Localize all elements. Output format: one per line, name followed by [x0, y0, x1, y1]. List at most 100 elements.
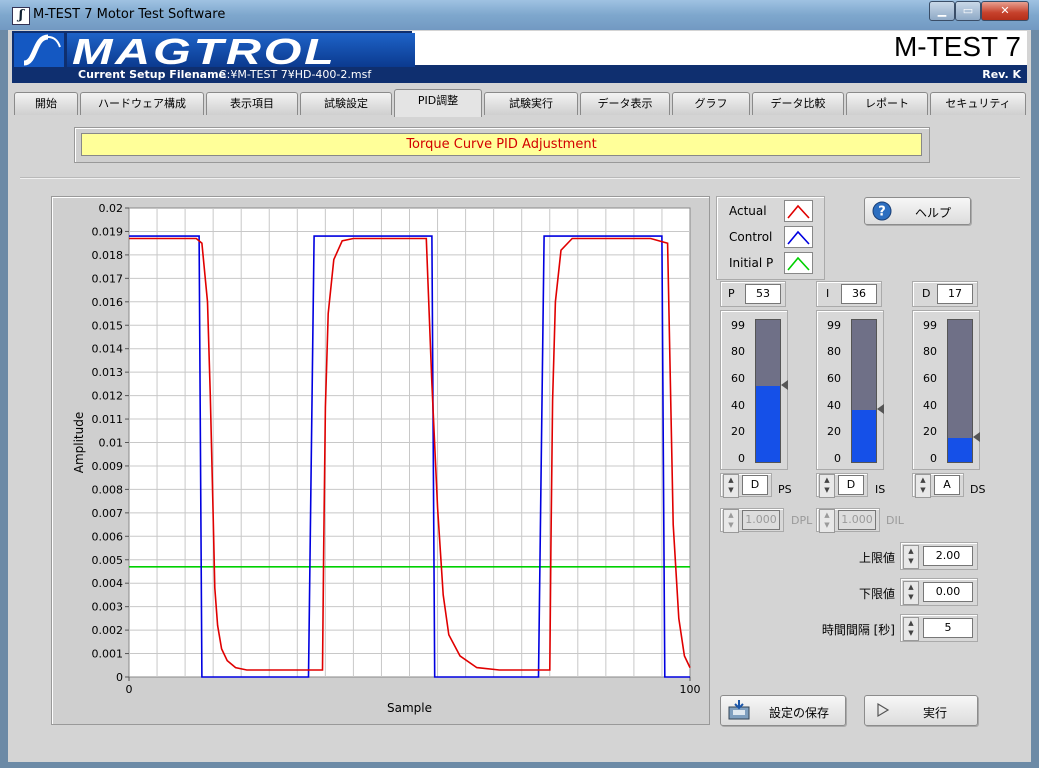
tab-test-settings[interactable]: 試験設定 [300, 92, 392, 115]
p-slider-handle[interactable] [781, 379, 788, 390]
d-slider-track [947, 319, 973, 463]
i-value-box: I 36 [816, 281, 882, 307]
d-slider-scale: 99 80 60 40 20 0 [915, 319, 949, 465]
d-slider[interactable]: 99 80 60 40 20 0 [912, 310, 980, 470]
d-value-input[interactable]: 17 [937, 284, 973, 304]
y-tick-label: 0.008 [92, 483, 124, 496]
y-tick-label: 0.005 [92, 554, 124, 567]
p-label: P [728, 287, 735, 300]
legend-label-initial-p: Initial P [729, 256, 774, 270]
y-axis-title: Amplitude [72, 412, 86, 474]
y-tick-label: 0.02 [99, 202, 124, 215]
revision-label: Rev. K [982, 68, 1021, 81]
y-tick-label: 0 [116, 671, 123, 684]
ps-value[interactable]: D [742, 475, 768, 495]
i-slider[interactable]: 99 80 60 40 20 0 [816, 310, 884, 470]
p-value-box: P 53 [720, 281, 786, 307]
upper-limit-value[interactable]: 2.00 [923, 546, 973, 566]
y-tick-label: 0.009 [92, 460, 124, 473]
play-icon [877, 702, 890, 718]
is-value[interactable]: D [838, 475, 864, 495]
spin-arrows-icon[interactable]: ▲ ▼ [915, 474, 931, 498]
save-settings-button[interactable]: 設定の保存 [720, 695, 846, 726]
interval-value[interactable]: 5 [923, 618, 973, 638]
spin-arrows-icon[interactable]: ▲ ▼ [903, 581, 919, 605]
y-tick-label: 0.001 [92, 648, 124, 661]
app-header: M-TEST 7 MAGTROL Current Setup Filename … [12, 31, 1027, 83]
p-slider[interactable]: 99 80 60 40 20 0 [720, 310, 788, 470]
product-title: M-TEST 7 [893, 31, 1021, 62]
is-selector[interactable]: ▲ ▼ D [816, 473, 868, 498]
spin-arrows-icon: ▲ ▼ [819, 509, 835, 533]
is-label: IS [875, 483, 886, 496]
spin-arrows-icon[interactable]: ▲ ▼ [819, 474, 835, 498]
ds-selector[interactable]: ▲ ▼ A [912, 473, 964, 498]
pid-response-chart: 0 0.001 0.002 0.003 0.004 0.005 0.006 0.007 0.00… [72, 202, 701, 715]
scale-tick: 80 [731, 345, 745, 358]
page-title: Torque Curve PID Adjustment [81, 133, 922, 156]
run-button-label: 実行 [923, 706, 948, 720]
scale-tick: 60 [731, 372, 745, 385]
maximize-button[interactable]: ▭ [955, 1, 981, 21]
tab-hardware-config[interactable]: ハードウェア構成 [80, 92, 204, 115]
setup-filename-value: C:¥M-TEST 7¥HD-400-2.msf [219, 68, 372, 81]
save-settings-label: 設定の保存 [769, 706, 830, 720]
y-tick-label: 0.011 [92, 413, 124, 426]
dil-input: ▲ ▼ 1.000 [816, 508, 880, 533]
ps-label: PS [778, 483, 792, 496]
d-label: D [922, 287, 931, 300]
legend-label-control: Control [729, 230, 773, 244]
app-icon: ʃ [12, 7, 30, 25]
d-value-box: D 17 [912, 281, 978, 307]
divider [20, 177, 1020, 178]
scale-tick: 0 [738, 452, 745, 465]
y-tick-label: 0.004 [92, 577, 124, 590]
tab-graph[interactable]: グラフ [672, 92, 750, 115]
p-value-input[interactable]: 53 [745, 284, 781, 304]
lower-limit-label: 下限値 [858, 587, 895, 601]
ps-selector[interactable]: ▲ ▼ D [720, 473, 772, 498]
scale-tick: 40 [923, 399, 937, 412]
close-button[interactable]: ✕ [981, 1, 1029, 21]
spin-arrows-icon: ▲ ▼ [723, 509, 739, 533]
upper-limit-field[interactable]: ▲ ▼ 2.00 [900, 542, 978, 570]
x-axis-title: Sample [387, 701, 432, 715]
tab-security[interactable]: セキュリティ [930, 92, 1026, 115]
interval-label: 時間間隔 [秒] [821, 623, 895, 637]
y-tick-label: 0.018 [92, 249, 124, 262]
tab-data-display[interactable]: データ表示 [580, 92, 670, 115]
help-button[interactable]: ? ヘルプ [864, 197, 971, 225]
lower-limit-field[interactable]: ▲ ▼ 0.00 [900, 578, 978, 606]
spin-arrows-icon[interactable]: ▲ ▼ [903, 545, 919, 569]
i-value-input[interactable]: 36 [841, 284, 877, 304]
dpl-input: ▲ ▼ 1.000 [720, 508, 784, 533]
y-tick-label: 0.015 [92, 319, 124, 332]
minimize-button[interactable]: ▁ [929, 1, 955, 21]
ds-value[interactable]: A [934, 475, 960, 495]
tab-test-run[interactable]: 試験実行 [484, 92, 578, 115]
d-slider-handle[interactable] [973, 431, 980, 442]
i-slider-fill [852, 410, 876, 462]
tab-display-items[interactable]: 表示項目 [206, 92, 298, 115]
scale-tick: 60 [923, 372, 937, 385]
spin-arrows-icon[interactable]: ▲ ▼ [723, 474, 739, 498]
lower-limit-value[interactable]: 0.00 [923, 582, 973, 602]
tab-pid-tuning[interactable]: PID調整 [394, 89, 482, 117]
y-tick-label: 0.01 [99, 437, 124, 450]
help-icon: ? [872, 201, 892, 221]
save-icon [728, 700, 750, 720]
i-slider-handle[interactable] [877, 404, 884, 415]
i-label: I [826, 287, 830, 300]
legend-label-actual: Actual [729, 204, 767, 218]
magtrol-logo-text: MAGTROL [72, 31, 337, 72]
interval-field[interactable]: ▲ ▼ 5 [900, 614, 978, 642]
svg-text:?: ? [878, 205, 886, 220]
spin-arrows-icon[interactable]: ▲ ▼ [903, 617, 919, 641]
run-button[interactable]: 実行 [864, 695, 978, 726]
tab-data-compare[interactable]: データ比較 [752, 92, 844, 115]
setup-filename-label: Current Setup Filename [78, 68, 227, 81]
tab-start[interactable]: 開始 [14, 92, 78, 115]
tab-report[interactable]: レポート [846, 92, 928, 115]
ds-label: DS [970, 483, 986, 496]
legend-swatch-initial-p [784, 252, 813, 274]
